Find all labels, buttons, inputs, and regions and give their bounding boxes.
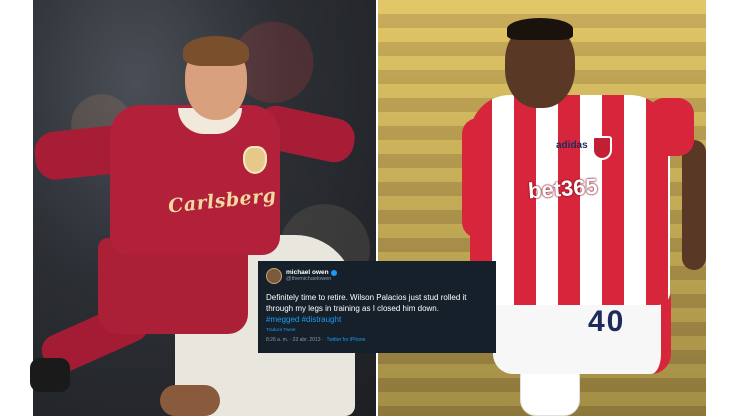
- right-player-crest: [592, 136, 612, 160]
- tweet-header: michael owen @themichaelowen: [266, 267, 488, 285]
- right-player-right-sleeve: [648, 98, 694, 156]
- left-player-crest: [243, 146, 267, 174]
- kit-brand: adidas: [556, 140, 588, 151]
- author-handle[interactable]: @themichaelowen: [286, 276, 337, 283]
- tweet-author: michael owen @themichaelowen: [286, 269, 337, 283]
- tweet-timestamp[interactable]: 8:26 a. m. · 23 abr. 2013 ·: [266, 337, 324, 343]
- tweet-meta: 8:26 a. m. · 23 abr. 2013 · Twitter for …: [266, 337, 488, 343]
- avatar[interactable]: [266, 268, 282, 284]
- tweet-text: Definitely time to retire. Wilson Palaci…: [266, 293, 467, 313]
- tweet-hashtags[interactable]: #megged #distraught: [266, 314, 488, 325]
- shorts-number: 40: [588, 305, 626, 338]
- background-opponent-arm: [160, 385, 220, 416]
- right-shirt-sponsor: bet365: [527, 173, 599, 204]
- right-player-forearm: [682, 140, 706, 270]
- verified-icon: [330, 269, 337, 276]
- left-player-hair: [183, 36, 249, 66]
- left-player-boot: [30, 358, 70, 392]
- translate-tweet-link[interactable]: Traducir Tweet: [266, 327, 488, 332]
- tweet-source[interactable]: Twitter for iPhone: [327, 337, 366, 343]
- tweet-card[interactable]: michael owen @themichaelowen Definitely …: [258, 261, 496, 353]
- right-player-hair: [507, 18, 573, 40]
